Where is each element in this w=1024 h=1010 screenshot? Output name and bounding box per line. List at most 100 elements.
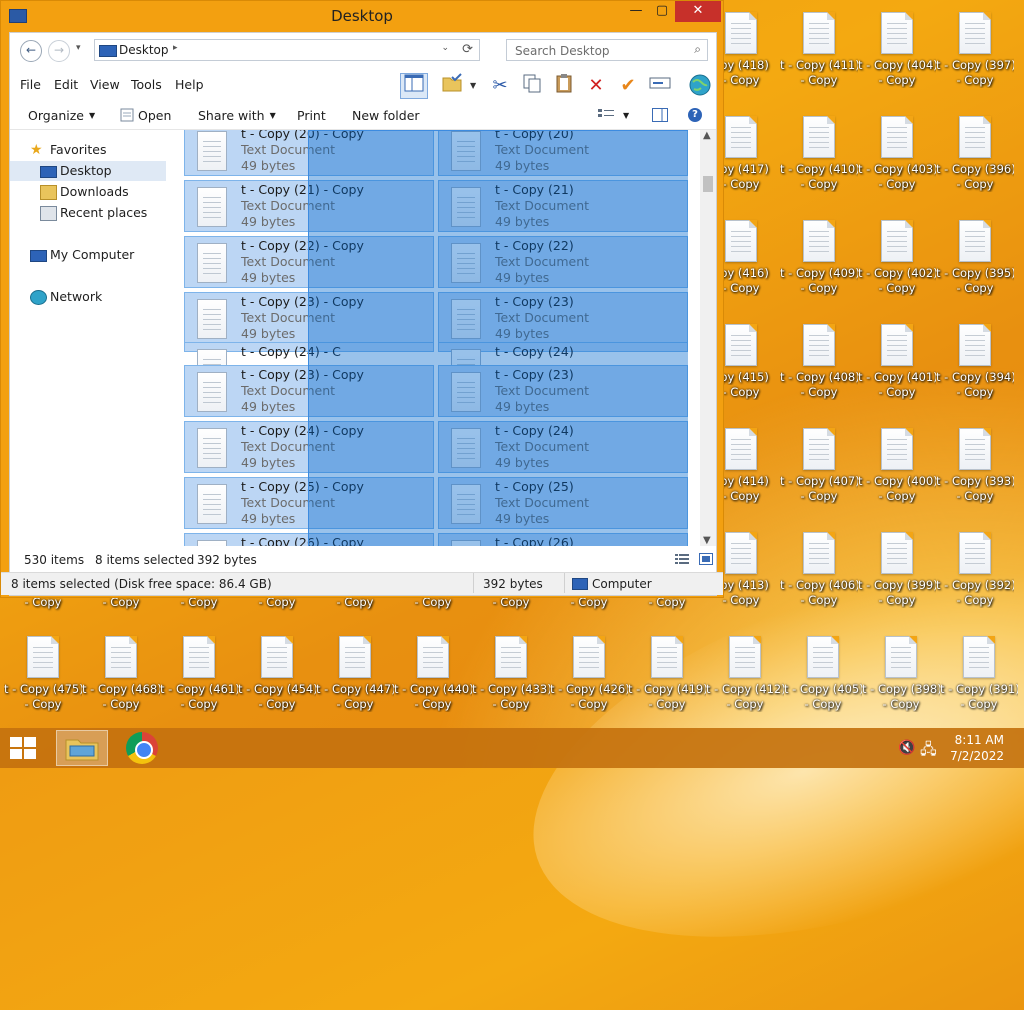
desktop-file-icon[interactable]: t - Copy (426) - Copy	[550, 636, 628, 736]
back-button[interactable]: ←	[20, 40, 42, 62]
folder-options-dropdown-icon[interactable]: ▼	[470, 81, 476, 90]
scroll-thumb[interactable]	[703, 176, 713, 192]
new-folder-button[interactable]: New folder	[352, 108, 420, 123]
menu-edit[interactable]: Edit	[54, 77, 78, 92]
desktop-file-icon[interactable]: t - Copy (406) - Copy	[780, 532, 858, 632]
desktop-file-icon[interactable]: t - Copy (395) - Copy	[936, 220, 1014, 320]
desktop-file-icon[interactable]: t - Copy (412) - Copy	[706, 636, 784, 736]
network-tray-icon[interactable]: 🖧	[920, 739, 937, 764]
open-button[interactable]: Open	[120, 108, 171, 123]
desktop-file-icon[interactable]: t - Copy (402) - Copy	[858, 220, 936, 320]
menu-view[interactable]: View	[90, 77, 120, 92]
organize-caret-icon[interactable]: ▼	[89, 111, 95, 120]
search-box[interactable]: Search Desktop ⌕	[506, 39, 708, 61]
desktop-file-icon[interactable]: t - Copy (393) - Copy	[936, 428, 1014, 528]
clock-date[interactable]: 7/2/2022	[950, 749, 1004, 763]
taskbar-chrome-icon[interactable]	[126, 732, 158, 764]
desktop-file-icon[interactable]: t - Copy (398) - Copy	[862, 636, 940, 736]
explorer-window[interactable]: Desktop — ▢ ✕ ← → ▾ Desktop ▸ ⌄ ⟳ Search…	[0, 0, 724, 598]
desktop-file-icon[interactable]: t - Copy (440) - Copy	[394, 636, 472, 736]
taskbar-file-explorer[interactable]	[56, 730, 108, 766]
address-location[interactable]: Desktop	[119, 43, 169, 57]
organize-label[interactable]: Organize	[28, 108, 84, 123]
preview-pane-toggle-icon[interactable]	[652, 108, 668, 125]
open-icon[interactable]	[120, 108, 134, 122]
desktop-file-icon[interactable]: t - Copy (410) - Copy	[780, 116, 858, 216]
nav-network[interactable]: Network	[10, 287, 166, 307]
checkmark-icon[interactable]: ✔	[614, 73, 642, 99]
address-dropdown-icon[interactable]: ⌄	[441, 43, 449, 53]
help-icon[interactable]: ?	[688, 108, 702, 122]
desktop-file-icon[interactable]: t - Copy (392) - Copy	[936, 532, 1014, 632]
desktop-file-icon[interactable]: t - Copy (433) - Copy	[472, 636, 550, 736]
share-with-button[interactable]: Share with ▼	[198, 108, 276, 123]
nav-desktop-label[interactable]: Desktop	[60, 161, 112, 181]
scroll-up-arrow-icon[interactable]: ▲	[703, 130, 711, 141]
copy-icon[interactable]	[518, 73, 546, 99]
forward-button[interactable]: →	[48, 40, 70, 62]
close-button[interactable]: ✕	[675, 1, 721, 22]
nav-favorites-label[interactable]: Favorites	[50, 140, 106, 160]
volume-muted-icon[interactable]: 🔇	[898, 740, 915, 756]
vertical-scrollbar[interactable]: ▲ ▼	[700, 130, 716, 546]
start-button-windows-icon[interactable]	[10, 737, 38, 759]
details-view-icon[interactable]	[675, 553, 689, 568]
desktop-file-icon[interactable]: t - Copy (407) - Copy	[780, 428, 858, 528]
nav-my-computer[interactable]: My Computer	[10, 245, 166, 265]
desktop-file-icon[interactable]: t - Copy (396) - Copy	[936, 116, 1014, 216]
print-button[interactable]: Print	[297, 108, 326, 123]
nav-my-computer-label[interactable]: My Computer	[50, 245, 134, 265]
desktop-file-icon[interactable]: t - Copy (447) - Copy	[316, 636, 394, 736]
cut-icon[interactable]: ✂	[486, 73, 514, 99]
search-placeholder[interactable]: Search Desktop	[515, 44, 610, 58]
refresh-icon[interactable]: ⟳	[462, 42, 473, 57]
desktop-file-icon[interactable]: t - Copy (394) - Copy	[936, 324, 1014, 424]
rename-icon[interactable]	[646, 73, 674, 99]
desktop-file-icon[interactable]: t - Copy (397) - Copy	[936, 12, 1014, 112]
file-list[interactable]: t - Copy (20) - Copy Text Document 49 byte…	[180, 130, 688, 546]
change-view-button[interactable]: ▼	[598, 108, 629, 123]
share-with-label[interactable]: Share with	[198, 108, 265, 123]
clock-time[interactable]: 8:11 AM	[955, 733, 1004, 747]
desktop-file-icon[interactable]: t - Copy (403) - Copy	[858, 116, 936, 216]
search-icon[interactable]: ⌕	[694, 42, 701, 57]
large-icons-view-icon[interactable]	[699, 553, 713, 568]
desktop-file-icon[interactable]: t - Copy (399) - Copy	[858, 532, 936, 632]
desktop-file-icon[interactable]: t - Copy (409) - Copy	[780, 220, 858, 320]
nav-favorites[interactable]: ★ Favorites	[10, 140, 166, 160]
desktop-file-icon[interactable]: t - Copy (411) - Copy	[780, 12, 858, 112]
desktop-file-icon[interactable]: t - Copy (400) - Copy	[858, 428, 936, 528]
menu-tools[interactable]: Tools	[131, 77, 162, 92]
menu-help[interactable]: Help	[175, 77, 204, 92]
desktop-file-icon[interactable]: t - Copy (401) - Copy	[858, 324, 936, 424]
breadcrumb-chevron-icon[interactable]: ▸	[173, 43, 178, 53]
view-list-icon[interactable]	[598, 108, 614, 122]
nav-downloads[interactable]: Downloads	[10, 182, 166, 202]
desktop-file-icon[interactable]: t - Copy (404) - Copy	[858, 12, 936, 112]
desktop-file-icon[interactable]: t - Copy (468) - Copy	[82, 636, 160, 736]
desktop-file-icon[interactable]: t - Copy (391) - Copy	[940, 636, 1018, 736]
desktop-file-icon[interactable]: t - Copy (405) - Copy	[784, 636, 862, 736]
globe-icon[interactable]	[686, 73, 714, 99]
menu-file[interactable]: File	[20, 77, 41, 92]
title-bar[interactable]: Desktop — ▢ ✕	[1, 1, 723, 31]
desktop-file-icon[interactable]: t - Copy (408) - Copy	[780, 324, 858, 424]
open-label[interactable]: Open	[138, 108, 171, 123]
nav-downloads-label[interactable]: Downloads	[60, 182, 129, 202]
folder-check-icon[interactable]	[438, 73, 466, 99]
desktop-file-icon[interactable]: t - Copy (461) - Copy	[160, 636, 238, 736]
preview-pane-icon[interactable]	[400, 73, 428, 99]
share-with-caret-icon[interactable]: ▼	[270, 111, 276, 120]
desktop-file-icon[interactable]: t - Copy (419) - Copy	[628, 636, 706, 736]
nav-desktop[interactable]: Desktop	[10, 161, 166, 181]
scroll-down-arrow-icon[interactable]: ▼	[703, 535, 711, 546]
delete-icon[interactable]: ✕	[582, 73, 610, 99]
organize-button[interactable]: Organize ▼	[28, 108, 95, 123]
view-caret-icon[interactable]: ▼	[623, 111, 629, 120]
maximize-button[interactable]: ▢	[649, 1, 675, 22]
recent-locations-dropdown[interactable]: ▾	[76, 43, 81, 53]
nav-recent-places[interactable]: Recent places	[10, 203, 166, 223]
nav-recent-places-label[interactable]: Recent places	[60, 203, 147, 223]
desktop-file-icon[interactable]: t - Copy (475) - Copy	[4, 636, 82, 736]
nav-network-label[interactable]: Network	[50, 287, 102, 307]
